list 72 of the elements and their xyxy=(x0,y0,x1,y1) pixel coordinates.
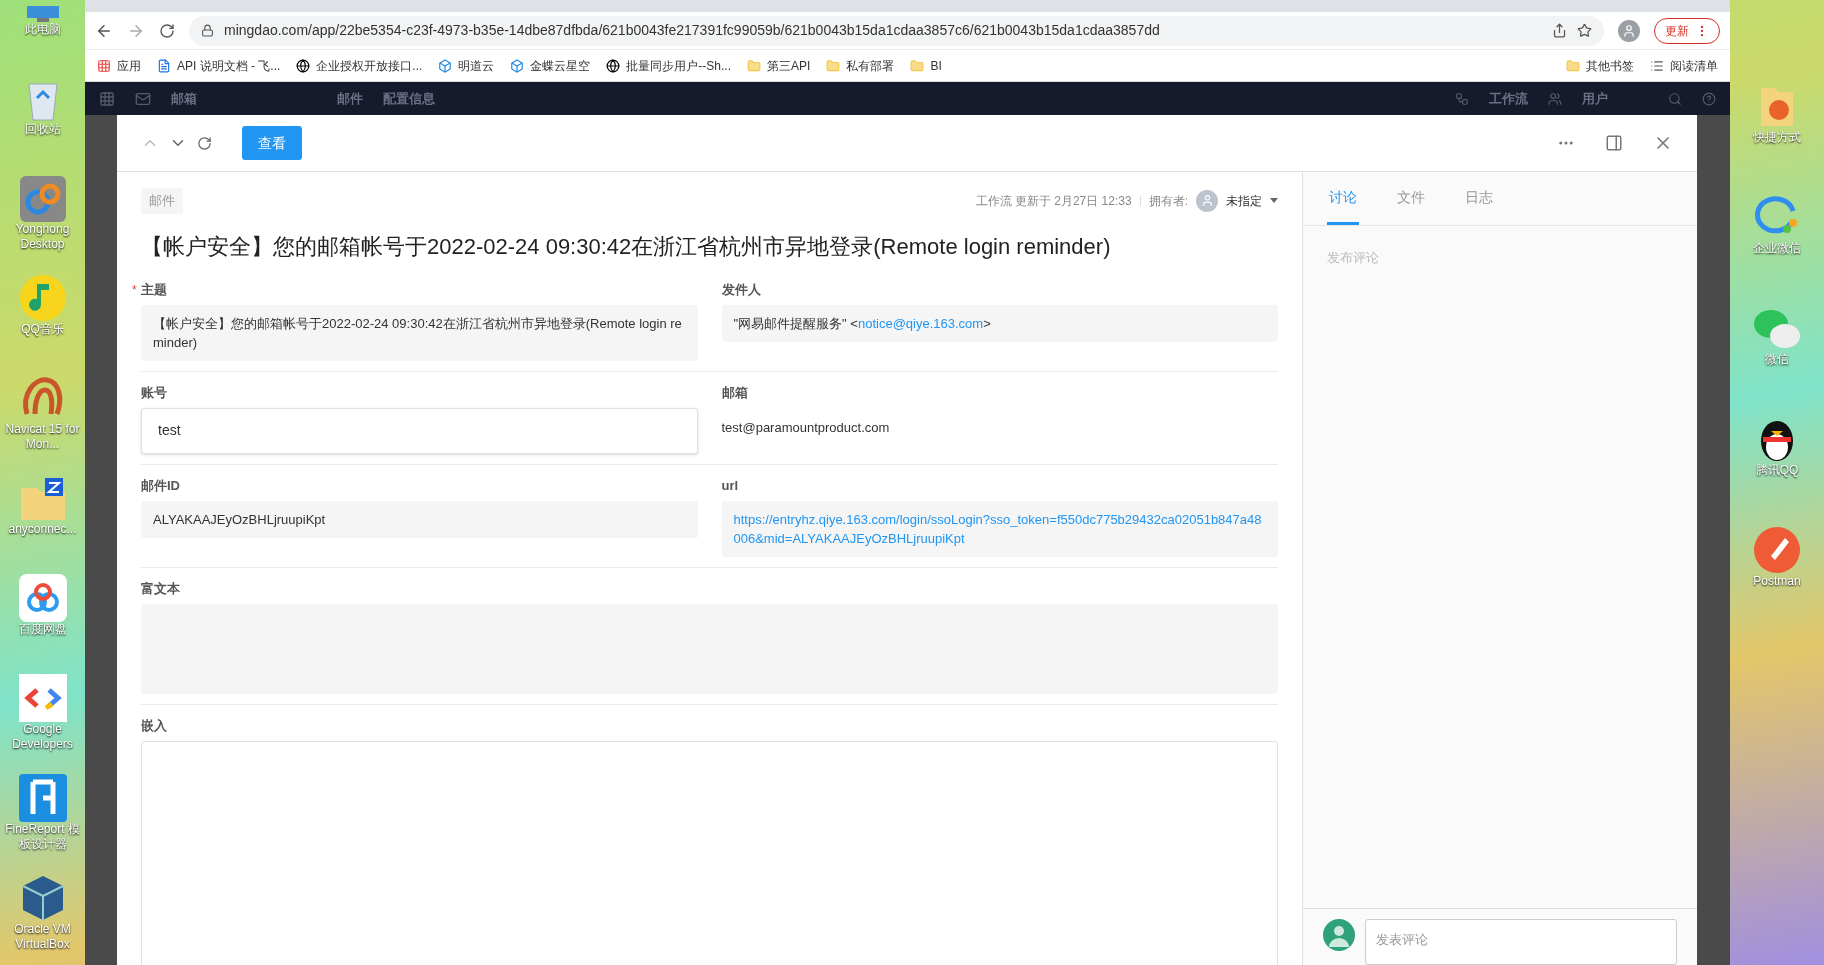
user-avatar xyxy=(1323,919,1355,951)
bookmark-link[interactable]: 私有部署 xyxy=(846,56,895,75)
field-label: 账号 xyxy=(141,383,167,402)
bookmark-link[interactable]: BI xyxy=(930,56,942,75)
reload-icon[interactable] xyxy=(159,22,175,39)
panel-tab[interactable]: 文件 xyxy=(1395,172,1427,225)
field-value[interactable]: 【帐户安全】您的邮箱帐号于2022-02-24 09:30:42在浙江省杭州市异地登录(Remote login reminder) xyxy=(141,304,698,361)
list-icon xyxy=(1650,58,1664,73)
mail-icon xyxy=(135,90,151,107)
field-value[interactable]: ALYAKAAJEyOzBHLjruupiKpt xyxy=(141,500,698,538)
apps-grid-icon[interactable] xyxy=(99,90,115,107)
field-label: 嵌入 xyxy=(141,716,167,735)
refresh-icon[interactable] xyxy=(197,135,212,151)
field-value[interactable]: https://entryhz.qiye.163.com/login/ssoLogin?sso_token=f550dc775b29432ca02051b847a48006&mid=ALYAKAAJEyOzBHLjruupiKpt xyxy=(721,500,1278,557)
app-nav-item[interactable]: 配置信息 xyxy=(383,88,435,109)
bookmark-link[interactable]: 应用 xyxy=(117,56,141,75)
field-label: url xyxy=(721,476,739,495)
document-icon xyxy=(157,58,171,73)
cube-icon xyxy=(438,58,453,73)
bookmark-link[interactable]: 第三API xyxy=(767,56,811,75)
users-icon xyxy=(1548,91,1562,106)
bookmark-link[interactable]: 阅读清单 xyxy=(1670,56,1718,75)
field-label: 主题 xyxy=(141,280,167,299)
bookmark-link[interactable]: 批量同步用户--Sh... xyxy=(626,56,732,75)
folder-icon xyxy=(1566,58,1580,73)
folder-icon xyxy=(826,58,841,73)
bookmark-link[interactable]: 金蝶云星空 xyxy=(530,56,591,75)
required-mark: * xyxy=(132,281,137,299)
workflow-icon xyxy=(1455,91,1469,106)
record-tag: 邮件 xyxy=(141,188,183,214)
side-panel-toggle-icon[interactable] xyxy=(1605,134,1623,152)
report-icon xyxy=(18,774,67,822)
caret-icon[interactable] xyxy=(1270,198,1278,204)
app-nav-item[interactable]: 邮件 xyxy=(337,88,363,109)
owner-label: 拥有者: xyxy=(1148,192,1188,210)
field-label: 邮件ID xyxy=(141,476,180,495)
bookmark-link[interactable]: API 说明文档 - 飞... xyxy=(177,56,281,75)
help-icon[interactable] xyxy=(1702,91,1716,106)
view-button[interactable]: 查看 xyxy=(242,126,302,160)
field-label: 富文本 xyxy=(141,579,180,598)
apps-grid-icon xyxy=(97,58,111,73)
record-title: 【帐户安全】您的邮箱帐号于2022-02-24 09:30:42在浙江省杭州市异地登录(Remote login reminder) xyxy=(141,232,1112,261)
folder-icon xyxy=(18,478,67,522)
field-label: 邮箱 xyxy=(721,383,748,402)
bookmark-link[interactable]: 明道云 xyxy=(458,56,495,75)
panel-tab[interactable]: 日志 xyxy=(1463,172,1495,225)
empty-comments-text: 发布评论 xyxy=(1326,249,1380,267)
update-info: 工作流 更新于 2月27日 12:33 xyxy=(975,192,1132,210)
field-label: 发件人 xyxy=(721,280,761,299)
bookmark-link[interactable]: 其他书签 xyxy=(1586,56,1634,75)
folder-icon xyxy=(910,58,925,73)
globe-icon xyxy=(606,58,621,73)
app-nav-item[interactable]: 邮箱 xyxy=(171,88,197,109)
globe-icon xyxy=(296,58,311,73)
input-field[interactable]: test xyxy=(141,407,698,454)
address-bar[interactable]: mingdao.com/app/22be5354-c23f-4973-b35e-14dbe87dfbda/621b0043fe217391fc99059b/621b0043b15da1cdaa3857c6/621b0043b15da1cdaa3857dd xyxy=(189,15,1604,46)
field-value[interactable]: "网易邮件提醒服务" <notice@qiye.163.com> xyxy=(721,304,1278,342)
owner-name[interactable]: 未指定 xyxy=(1226,191,1262,210)
app-nav-item[interactable]: 工作流 xyxy=(1489,88,1528,109)
music-note-icon xyxy=(18,274,67,322)
comment-field[interactable]: 发表评论 xyxy=(1365,919,1677,965)
app-nav-item[interactable]: 用户 xyxy=(1582,88,1608,109)
avatar-icon xyxy=(1196,189,1218,212)
code-brackets-icon xyxy=(18,674,67,722)
cube-icon xyxy=(510,58,525,73)
bookmark-link[interactable]: 企业授权开放接口... xyxy=(316,56,423,75)
folder-icon xyxy=(747,58,762,73)
field-value: test@paramountproduct.com xyxy=(721,418,891,437)
rings-icon xyxy=(19,176,66,222)
search-icon[interactable] xyxy=(1668,91,1682,106)
panel-tab[interactable]: 讨论 xyxy=(1327,172,1359,225)
profile-icon[interactable] xyxy=(1618,19,1640,42)
